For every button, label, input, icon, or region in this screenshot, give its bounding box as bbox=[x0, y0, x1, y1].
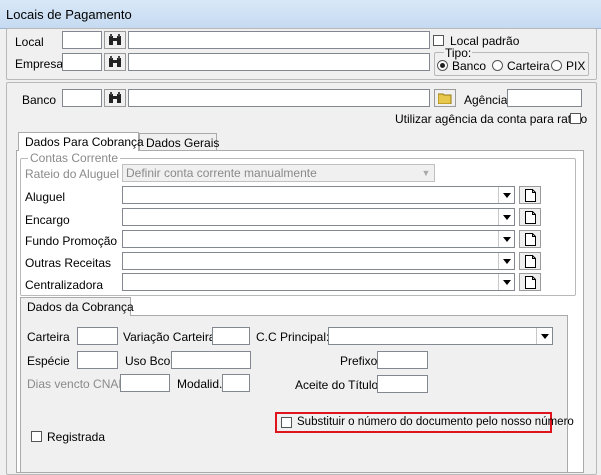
modalid-label: Modalid. bbox=[177, 377, 223, 391]
banco-search-button[interactable] bbox=[104, 89, 126, 107]
chevron-down-icon: ▼ bbox=[421, 168, 431, 178]
variacao-carteira-label: Variação Carteira bbox=[123, 330, 216, 344]
chevron-down-icon[interactable] bbox=[536, 328, 552, 344]
empresa-label: Empresa bbox=[15, 57, 64, 71]
dias-vencto-cnab-label: Dias vencto CNAB bbox=[27, 377, 127, 391]
dias-vencto-cnab-input[interactable] bbox=[120, 374, 170, 392]
fundo-promocao-document-button[interactable] bbox=[519, 230, 541, 248]
empresa-search-button[interactable] bbox=[104, 53, 126, 71]
uso-bco-label: Uso Bco bbox=[125, 354, 171, 368]
utilizar-agencia-checkbox[interactable] bbox=[570, 113, 581, 124]
chevron-down-icon[interactable] bbox=[498, 209, 514, 225]
outras-receitas-document-button[interactable] bbox=[519, 252, 541, 270]
rateio-label: Rateio do Aluguel bbox=[25, 167, 120, 181]
banco-folder-button[interactable] bbox=[434, 89, 456, 107]
tipo-pix-radio[interactable] bbox=[551, 60, 562, 71]
tab-dados-da-cobranca[interactable]: Dados da Cobrança bbox=[20, 297, 134, 316]
substituir-label: Substituir o número do documento pelo no… bbox=[297, 416, 574, 428]
document-icon bbox=[524, 210, 536, 224]
encargo-select[interactable] bbox=[122, 208, 515, 226]
rateio-value: Definir conta corrente manualmente bbox=[126, 166, 317, 180]
fundo-promocao-select[interactable] bbox=[122, 230, 515, 248]
outras-receitas-label: Outras Receitas bbox=[25, 256, 112, 270]
document-icon bbox=[524, 188, 536, 202]
tab-dados-gerais[interactable]: Dados Gerais bbox=[139, 133, 220, 151]
banco-code-input[interactable] bbox=[62, 89, 102, 107]
prefixo-input[interactable] bbox=[377, 351, 428, 369]
banco-label: Banco bbox=[22, 93, 57, 107]
centralizadora-label: Centralizadora bbox=[25, 278, 104, 292]
registrada-checkbox[interactable] bbox=[31, 431, 42, 442]
cc-principal-select[interactable] bbox=[328, 327, 553, 345]
encargo-label: Encargo bbox=[25, 213, 70, 227]
chevron-down-icon[interactable] bbox=[498, 187, 514, 203]
tipo-pix-label: PIX bbox=[566, 59, 586, 73]
binoculars-icon bbox=[109, 56, 121, 67]
tab-label: Dados Para Cobrança bbox=[25, 135, 144, 149]
local-padrao-checkbox[interactable] bbox=[433, 35, 444, 46]
modalid-input[interactable] bbox=[222, 374, 250, 392]
banco-name-input[interactable] bbox=[128, 89, 430, 107]
carteira-input[interactable] bbox=[77, 327, 118, 345]
encargo-document-button[interactable] bbox=[519, 208, 541, 226]
aluguel-document-button[interactable] bbox=[519, 186, 541, 204]
centralizadora-select[interactable] bbox=[122, 273, 515, 291]
local-name-input[interactable] bbox=[128, 31, 430, 49]
folder-icon bbox=[438, 93, 452, 104]
document-icon bbox=[524, 232, 536, 246]
especie-label: Espécie bbox=[27, 354, 70, 368]
binoculars-icon bbox=[109, 92, 121, 103]
substituir-checkbox[interactable] bbox=[281, 417, 292, 428]
prefixo-label: Prefixo bbox=[340, 354, 378, 368]
rateio-select: Definir conta corrente manualmente ▼ bbox=[122, 164, 435, 182]
tab-label: Dados da Cobrança bbox=[27, 300, 134, 314]
agencia-input[interactable] bbox=[507, 89, 582, 107]
especie-input[interactable] bbox=[77, 351, 118, 369]
variacao-carteira-input[interactable] bbox=[212, 327, 250, 345]
local-search-button[interactable] bbox=[104, 31, 126, 49]
utilizar-agencia-label: Utilizar agência da conta para rateio bbox=[395, 112, 588, 126]
tipo-banco-label: Banco bbox=[452, 59, 487, 73]
empresa-name-input[interactable] bbox=[128, 53, 430, 71]
chevron-down-icon[interactable] bbox=[498, 231, 514, 247]
contas-corrente-legend: Contas Corrente bbox=[28, 151, 121, 165]
tipo-carteira-radio[interactable] bbox=[492, 60, 503, 71]
empresa-code-input[interactable] bbox=[62, 53, 102, 71]
tipo-banco-radio[interactable] bbox=[437, 60, 448, 71]
aceite-titulo-label: Aceite do Título bbox=[295, 378, 379, 392]
window-title: Locais de Pagamento bbox=[6, 7, 132, 22]
outras-receitas-select[interactable] bbox=[122, 252, 515, 270]
aceite-titulo-input[interactable] bbox=[377, 375, 428, 393]
chevron-down-icon[interactable] bbox=[498, 274, 514, 290]
centralizadora-document-button[interactable] bbox=[519, 273, 541, 291]
tab-dados-para-cobranca[interactable]: Dados Para Cobrança bbox=[18, 132, 144, 151]
aluguel-label: Aluguel bbox=[25, 190, 66, 204]
fundo-promocao-label: Fundo Promoção bbox=[25, 234, 118, 248]
cc-principal-label: C.C Principal: bbox=[256, 330, 330, 344]
binoculars-icon bbox=[109, 34, 121, 45]
aluguel-select[interactable] bbox=[122, 186, 515, 204]
tipo-label: Tipo: bbox=[444, 46, 473, 60]
window-titlebar: Locais de Pagamento bbox=[0, 0, 601, 29]
agencia-label: Agência bbox=[464, 93, 508, 107]
chevron-down-icon[interactable] bbox=[498, 253, 514, 269]
document-icon bbox=[524, 275, 536, 289]
carteira-label: Carteira bbox=[27, 330, 70, 344]
uso-bco-input[interactable] bbox=[171, 351, 251, 369]
local-code-input[interactable] bbox=[62, 31, 102, 49]
tipo-carteira-label: Carteira bbox=[507, 59, 550, 73]
registrada-label: Registrada bbox=[47, 430, 106, 444]
document-icon bbox=[524, 254, 536, 268]
tab-label: Dados Gerais bbox=[146, 136, 220, 150]
local-label: Local bbox=[15, 35, 44, 49]
